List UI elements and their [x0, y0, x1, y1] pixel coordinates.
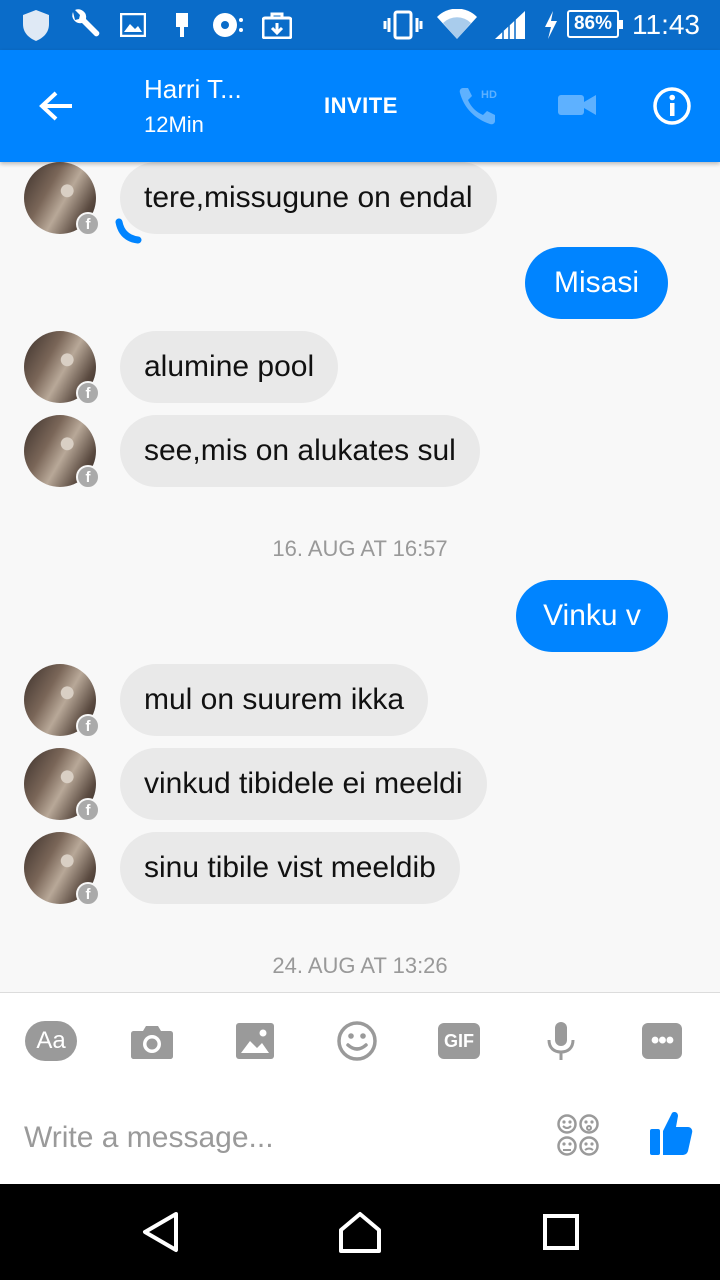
back-nav-icon[interactable]	[136, 1208, 184, 1256]
message-list[interactable]: f tere,missugune on endal Misasi f alumi…	[0, 162, 720, 992]
emoji-faces-icon[interactable]	[556, 1113, 600, 1157]
incoming-message-bubble[interactable]: mul on suurem ikka	[120, 664, 429, 736]
charging-icon	[540, 0, 562, 50]
clock: 11:43	[632, 9, 700, 40]
read-receipt-icon	[115, 218, 142, 244]
messenger-badge-icon: f	[76, 714, 100, 738]
message-input[interactable]	[24, 1115, 524, 1161]
recents-nav-icon[interactable]	[537, 1208, 585, 1256]
message-row: f mul on suurem ikka	[0, 664, 720, 738]
incoming-message-bubble[interactable]: sinu tibile vist meeldib	[120, 832, 460, 904]
messenger-badge-icon: f	[76, 798, 100, 822]
incoming-message-bubble[interactable]: tere,missugune on endal	[120, 162, 497, 234]
invite-button[interactable]: INVITE	[324, 93, 398, 119]
more-icon: •••	[642, 1023, 682, 1059]
avatar[interactable]: f	[24, 162, 100, 236]
image-icon	[118, 0, 148, 50]
gallery-button[interactable]	[225, 1015, 285, 1067]
usb-icon	[168, 0, 196, 50]
camera-icon	[131, 1026, 173, 1059]
camera-button[interactable]	[122, 1015, 182, 1067]
sync-icon	[210, 0, 246, 50]
vibrate-icon	[383, 0, 423, 50]
more-button[interactable]: •••	[632, 1015, 692, 1067]
info-icon[interactable]	[650, 84, 694, 128]
messenger-badge-icon: f	[76, 381, 100, 405]
messenger-badge-icon: f	[76, 882, 100, 906]
phone-hd-icon[interactable]: HD	[456, 82, 506, 130]
briefcase-icon	[260, 0, 294, 50]
video-camera-icon[interactable]	[556, 88, 598, 122]
message-row: Misasi	[0, 247, 720, 319]
gif-button[interactable]: GIF	[429, 1015, 489, 1067]
gallery-icon	[236, 1023, 274, 1059]
shield-icon	[18, 0, 54, 50]
composer: Aa GIF •••	[0, 992, 720, 1184]
avatar[interactable]: f	[24, 748, 100, 822]
contact-active-status: 12Min	[144, 112, 204, 137]
outgoing-message-bubble[interactable]: Misasi	[525, 247, 668, 319]
message-row: f sinu tibile vist meeldib	[0, 832, 720, 906]
conversation-header: Harri T... 12Min INVITE HD	[0, 50, 720, 162]
incoming-message-bubble[interactable]: alumine pool	[120, 331, 339, 403]
contact-name[interactable]: Harri T...	[144, 74, 242, 105]
status-bar: 86% 11:43	[0, 0, 720, 50]
incoming-message-bubble[interactable]: see,mis on alukates sul	[120, 415, 480, 487]
microphone-icon	[547, 1022, 575, 1060]
microphone-button[interactable]	[531, 1015, 591, 1067]
timestamp: 24. AUG AT 13:26	[272, 953, 448, 978]
avatar[interactable]: f	[24, 331, 100, 405]
wifi-icon	[436, 0, 478, 50]
message-row: f alumine pool	[0, 331, 720, 405]
message-row: Vinku v	[0, 580, 720, 652]
gif-icon: GIF	[438, 1023, 480, 1059]
android-nav-bar	[0, 1184, 720, 1280]
emoji-button[interactable]	[327, 1015, 387, 1067]
avatar[interactable]: f	[24, 415, 100, 489]
signal-icon	[492, 0, 528, 50]
outgoing-message-bubble[interactable]: Vinku v	[516, 580, 668, 652]
wrench-icon	[66, 0, 102, 50]
message-row: f see,mis on alukates sul	[0, 415, 720, 489]
text-format-button[interactable]: Aa	[21, 1015, 81, 1067]
incoming-message-bubble[interactable]: vinkud tibidele ei meeldi	[120, 748, 487, 820]
timestamp: 16. AUG AT 16:57	[272, 536, 448, 561]
text-format-icon: Aa	[25, 1021, 77, 1061]
home-nav-icon[interactable]	[336, 1208, 384, 1256]
message-row: f vinkud tibidele ei meeldi	[0, 748, 720, 822]
emoji-icon	[337, 1021, 377, 1061]
message-row: f tere,missugune on endal	[0, 162, 720, 244]
messenger-badge-icon: f	[76, 465, 100, 489]
svg-text:HD: HD	[481, 89, 497, 101]
avatar[interactable]: f	[24, 832, 100, 906]
battery-level: 86%	[567, 10, 623, 38]
avatar[interactable]: f	[24, 664, 100, 738]
arrow-left-icon[interactable]	[30, 80, 82, 132]
messenger-badge-icon: f	[76, 212, 100, 236]
thumbs-up-icon[interactable]	[648, 1109, 696, 1159]
